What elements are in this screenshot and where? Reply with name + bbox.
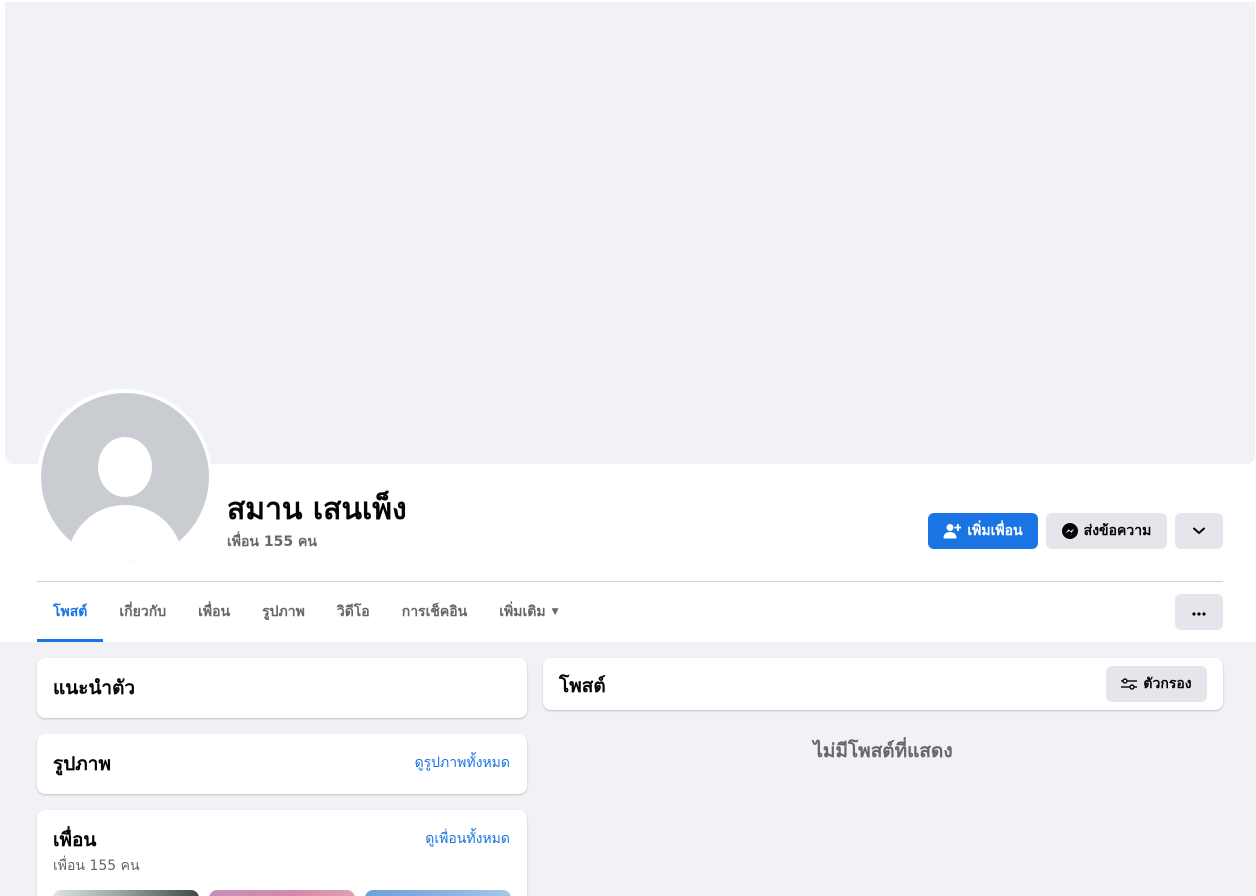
profile-options-button[interactable] xyxy=(1175,513,1223,549)
tab-checkins[interactable]: การเช็คอิน xyxy=(386,582,484,642)
no-posts-message: ไม่มีโพสต์ที่แสดง xyxy=(813,740,953,762)
message-label: ส่งข้อความ xyxy=(1083,523,1152,539)
cover-photo[interactable] xyxy=(5,2,1255,464)
tab-videos[interactable]: วิดีโอ xyxy=(321,582,386,642)
add-friend-icon xyxy=(943,523,962,539)
friends-card: เพื่อน ดูเพื่อนทั้งหมด เพื่อน 155 คน xyxy=(37,810,527,896)
friends-title[interactable]: เพื่อน xyxy=(53,825,96,855)
intro-card: แนะนำตัว xyxy=(37,658,527,718)
profile-tabs: โพสต์ เกี่ยวกับ เพื่อน รูปภาพ วิดีโอ การ… xyxy=(37,582,575,642)
caret-down-icon: ▼ xyxy=(551,607,559,617)
tab-more[interactable]: เพิ่มเติม ▼ xyxy=(483,582,574,642)
add-friend-label: เพิ่มเพื่อน xyxy=(967,523,1023,539)
avatar[interactable] xyxy=(41,393,209,561)
filter-label: ตัวกรอง xyxy=(1143,676,1192,692)
friends-count: เพื่อน 155 คน xyxy=(53,858,140,874)
friend-thumbnail[interactable] xyxy=(209,890,355,896)
chevron-down-icon xyxy=(1193,523,1205,539)
photos-card: รูปภาพ ดูรูปภาพทั้งหมด xyxy=(37,734,527,794)
avatar-body-shape xyxy=(67,505,183,561)
see-all-friends-link[interactable]: ดูเพื่อนทั้งหมด xyxy=(425,828,510,850)
profile-name: สมาน เสนเพ็ง xyxy=(227,492,407,527)
filter-button[interactable]: ตัวกรอง xyxy=(1106,666,1207,702)
tab-friends[interactable]: เพื่อน xyxy=(182,582,246,642)
posts-title: โพสต์ xyxy=(559,675,606,697)
add-friend-button[interactable]: เพิ่มเพื่อน xyxy=(928,513,1038,549)
tab-photos[interactable]: รูปภาพ xyxy=(246,582,321,642)
friend-thumbnail[interactable] xyxy=(53,890,199,896)
more-options-button[interactable] xyxy=(1175,594,1223,630)
avatar-head-shape xyxy=(98,437,152,497)
message-button[interactable]: ส่งข้อความ xyxy=(1046,513,1167,549)
tab-posts[interactable]: โพสต์ xyxy=(37,582,104,642)
messenger-icon xyxy=(1061,523,1078,539)
intro-title: แนะนำตัว xyxy=(53,677,136,699)
friend-thumbnail[interactable] xyxy=(365,890,511,896)
profile-friend-count[interactable]: เพื่อน 155 คน xyxy=(227,531,317,553)
photos-title[interactable]: รูปภาพ xyxy=(53,749,111,779)
more-dots-icon xyxy=(1192,604,1206,620)
filter-icon xyxy=(1121,678,1138,690)
see-all-photos-link[interactable]: ดูรูปภาพทั้งหมด xyxy=(415,752,510,774)
tab-about[interactable]: เกี่ยวกับ xyxy=(103,582,182,642)
